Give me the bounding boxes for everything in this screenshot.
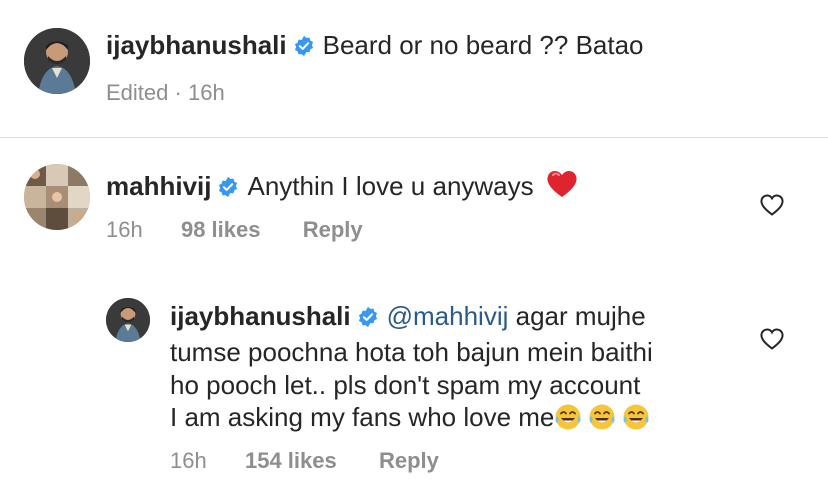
comment-username[interactable]: mahhivij: [106, 171, 211, 201]
like-heart-icon[interactable]: [759, 193, 785, 217]
edited-label: Edited: [106, 80, 169, 105]
comment-meta: 16h 98 likes Reply: [106, 216, 363, 244]
laughing-tears-emoji-icon: [555, 404, 581, 430]
reply-text-line-1: agar mujhe: [515, 301, 646, 331]
caption-username[interactable]: ijaybhanushali: [106, 30, 287, 60]
comment-avatar[interactable]: [24, 164, 90, 230]
reply-line-1: ijaybhanushali @mahhivij agar mujhe: [170, 300, 646, 332]
laughing-tears-emoji-icon: [589, 404, 615, 430]
comment-reply-button[interactable]: Reply: [303, 217, 363, 242]
caption-line: ijaybhanushali Beard or no beard ?? Batao: [106, 29, 644, 61]
verified-badge-icon: [358, 306, 377, 328]
reply-text-line-2: tumse poochna hota toh bajun mein baithi: [170, 337, 653, 367]
comment-time: 16h: [106, 217, 143, 242]
reply-avatar[interactable]: [106, 298, 150, 342]
verified-badge-icon: [219, 176, 238, 198]
collage-photo: [24, 164, 90, 230]
person-photo: [106, 298, 150, 342]
reply-meta: 16h 154 likes Reply: [170, 447, 439, 475]
comment-line: mahhivij Anythin I love u anyways: [106, 167, 579, 202]
reply-text-line-4-container: I am asking my fans who love me: [170, 401, 650, 433]
comment-likes[interactable]: 98 likes: [181, 217, 261, 242]
reply-username[interactable]: ijaybhanushali: [170, 301, 351, 331]
caption-divider: [0, 137, 828, 138]
red-heart-emoji-icon: [547, 170, 577, 197]
reply-text-line-3: ho pooch let.. pls don't spam my account: [170, 370, 641, 400]
reply-text-line-4: I am asking my fans who love me: [170, 402, 555, 432]
laughing-tears-emoji-icon: [623, 404, 649, 430]
like-heart-icon[interactable]: [759, 327, 785, 351]
meta-separator: ·: [174, 80, 182, 105]
verified-badge-icon: [294, 35, 313, 57]
reply-likes[interactable]: 154 likes: [245, 448, 337, 473]
comment-text: Anythin I love u anyways: [247, 171, 534, 201]
caption-meta: Edited · 16h: [106, 79, 225, 107]
reply-reply-button[interactable]: Reply: [379, 448, 439, 473]
caption-avatar[interactable]: [24, 28, 90, 94]
reply-time: 16h: [170, 448, 207, 473]
caption-text: Beard or no beard ?? Batao: [322, 30, 644, 60]
reply-mention-link[interactable]: @mahhivij: [387, 301, 509, 331]
caption-time: 16h: [187, 80, 225, 105]
person-photo: [24, 28, 90, 94]
